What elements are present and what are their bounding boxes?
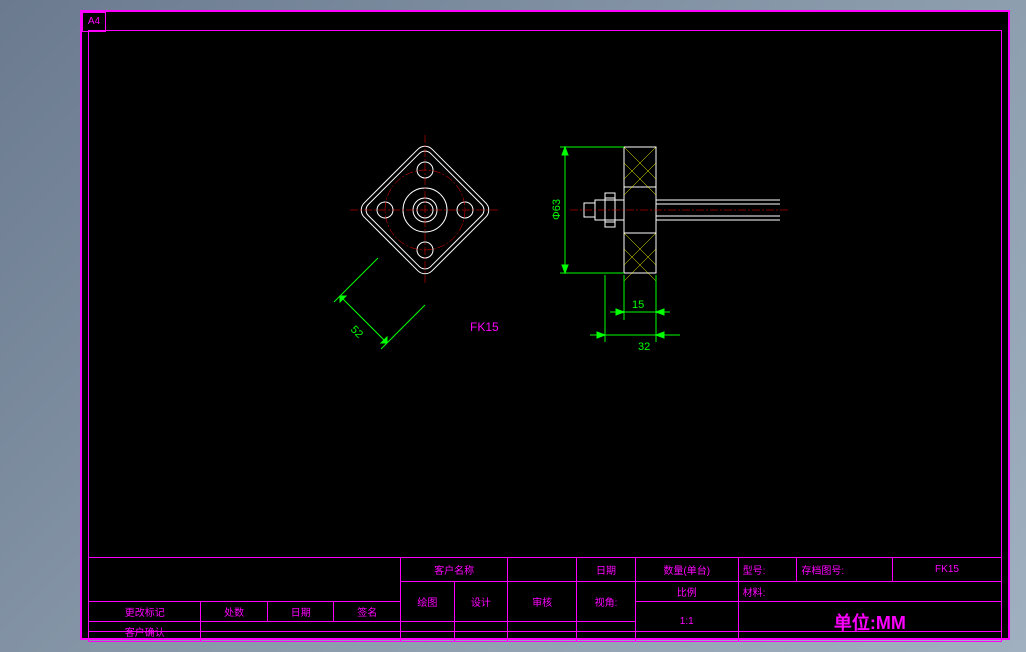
border-inner — [88, 30, 1002, 632]
tb-design: 设计 — [454, 582, 508, 622]
tb-scale-value: 1:1 — [635, 602, 738, 642]
tb-change-mark: 更改标记 — [89, 602, 201, 622]
tb-archive-value: FK15 — [893, 558, 1002, 582]
title-block: 客户名称 日期 数量(单台) 型号: 存档图号: FK15 绘图 设计 审核 视… — [88, 557, 1002, 632]
tb-qty-label: 数量(单台) — [635, 558, 738, 582]
tb-drawn: 绘图 — [401, 582, 455, 622]
tb-place: 处数 — [201, 602, 268, 622]
part-label: FK15 — [470, 320, 499, 334]
tb-scale-label: 比例 — [635, 582, 738, 602]
tb-angle: 视角: — [577, 582, 636, 622]
cad-canvas[interactable]: A4 52 — [80, 10, 1010, 640]
tb-material: 材料: — [738, 582, 1001, 602]
tb-sign: 签名 — [334, 602, 401, 622]
tb-date2: 日期 — [267, 602, 334, 622]
tb-date-label: 日期 — [577, 558, 636, 582]
tb-customer-label: 客户名称 — [401, 558, 508, 582]
tb-customer-confirm: 客户确认 — [89, 622, 201, 642]
tb-review: 审核 — [508, 582, 577, 622]
tb-unit: 单位:MM — [834, 613, 906, 633]
paper-size-label: A4 — [82, 12, 106, 32]
tb-model-label: 型号: — [738, 558, 797, 582]
tb-archive-label: 存档图号: — [797, 558, 893, 582]
